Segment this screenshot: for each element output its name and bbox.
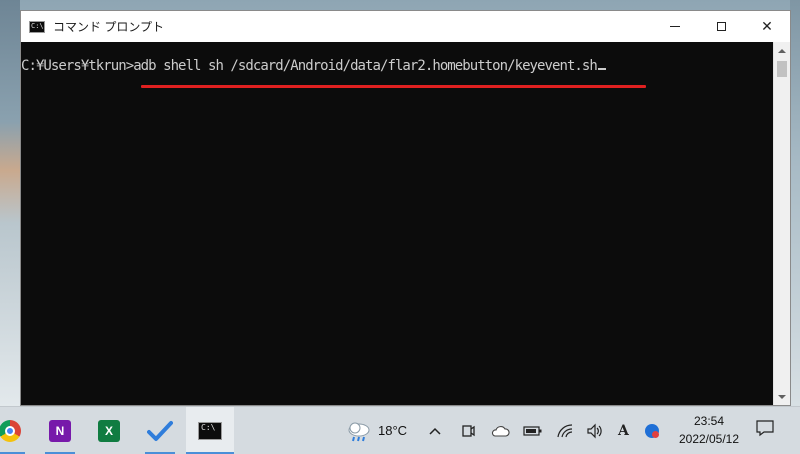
tray-ime[interactable]: A bbox=[618, 407, 629, 454]
cmd-icon: C:\ bbox=[198, 421, 222, 440]
console-command: adb shell sh /sdcard/Android/data/flar2.… bbox=[133, 58, 598, 74]
scroll-down-button[interactable] bbox=[774, 388, 790, 405]
tray-volume[interactable] bbox=[586, 407, 604, 454]
taskbar-command-prompt[interactable]: C:\ bbox=[186, 407, 234, 454]
console-output[interactable]: C:¥Users¥tkrun>adb shell sh /sdcard/Andr… bbox=[21, 42, 775, 405]
scroll-up-button[interactable] bbox=[774, 42, 790, 59]
arrow-down-icon bbox=[778, 394, 786, 399]
cmd-app-icon[interactable]: C:\ bbox=[29, 20, 45, 33]
maximize-icon bbox=[716, 22, 726, 31]
taskbar-chrome[interactable] bbox=[0, 407, 33, 454]
weather-cloud-rain-icon bbox=[348, 422, 370, 441]
clock-date: 2022/05/12 bbox=[678, 432, 740, 446]
maximize-button[interactable] bbox=[698, 11, 744, 42]
chrome-icon bbox=[0, 419, 21, 442]
console-prompt: C:¥Users¥tkrun> bbox=[21, 58, 134, 74]
weather-widget[interactable]: 18°C bbox=[346, 407, 407, 454]
cmd-app-icon-glyph: C:\ bbox=[31, 21, 44, 30]
battery-icon bbox=[523, 425, 542, 436]
close-button[interactable]: ✕ bbox=[744, 11, 790, 42]
volume-icon bbox=[587, 423, 602, 438]
vertical-scrollbar[interactable] bbox=[773, 42, 790, 405]
tray-wifi[interactable] bbox=[556, 407, 574, 454]
taskbar-todo[interactable] bbox=[137, 407, 183, 454]
notification-icon bbox=[756, 420, 774, 437]
wifi-icon bbox=[557, 423, 573, 437]
console-line: C:¥Users¥tkrun>adb shell sh /sdcard/Andr… bbox=[21, 57, 606, 75]
bluetooth-icon bbox=[645, 423, 659, 438]
window-controls: ✕ bbox=[652, 11, 790, 42]
title-bar[interactable]: C:\ コマンド プロンプト ✕ bbox=[21, 11, 790, 42]
command-highlight-underline bbox=[141, 85, 646, 88]
cmd-icon-glyph: C:\ bbox=[201, 422, 216, 432]
tray-battery[interactable] bbox=[523, 407, 543, 454]
onenote-icon: N bbox=[49, 419, 71, 442]
notification-center-button[interactable] bbox=[755, 419, 775, 437]
command-prompt-window[interactable]: C:\ コマンド プロンプト ✕ C:¥Users¥tkrun>adb shel… bbox=[20, 10, 791, 406]
desktop-wallpaper-right bbox=[790, 0, 800, 406]
onedrive-cloud-icon bbox=[491, 425, 510, 437]
taskbar-excel[interactable]: X bbox=[86, 407, 132, 454]
weather-temperature: 18°C bbox=[378, 423, 408, 438]
tray-onedrive[interactable] bbox=[490, 407, 510, 454]
clock-time: 23:54 bbox=[693, 414, 725, 428]
text-cursor bbox=[597, 68, 606, 70]
minimize-button[interactable] bbox=[652, 11, 698, 42]
arrow-up-icon bbox=[778, 48, 786, 53]
scroll-thumb[interactable] bbox=[777, 61, 787, 77]
close-icon: ✕ bbox=[761, 18, 773, 35]
tray-overflow-button[interactable] bbox=[428, 407, 442, 454]
meet-now-icon bbox=[462, 424, 475, 437]
window-title: コマンド プロンプト bbox=[53, 20, 164, 34]
excel-icon: X bbox=[98, 419, 120, 442]
taskbar: N X C:\ 18°C A 23:54 2022/05/12 bbox=[0, 406, 800, 454]
taskbar-clock[interactable]: 23:54 2022/05/12 bbox=[665, 412, 753, 448]
minimize-icon bbox=[670, 26, 680, 27]
desktop-wallpaper-left bbox=[0, 0, 20, 406]
taskbar-onenote[interactable]: N bbox=[37, 407, 83, 454]
tray-bluetooth[interactable] bbox=[643, 407, 661, 454]
chevron-up-icon bbox=[429, 427, 441, 435]
todo-icon bbox=[147, 420, 173, 441]
ime-icon: A bbox=[618, 422, 629, 439]
tray-meet-now[interactable] bbox=[460, 407, 476, 454]
